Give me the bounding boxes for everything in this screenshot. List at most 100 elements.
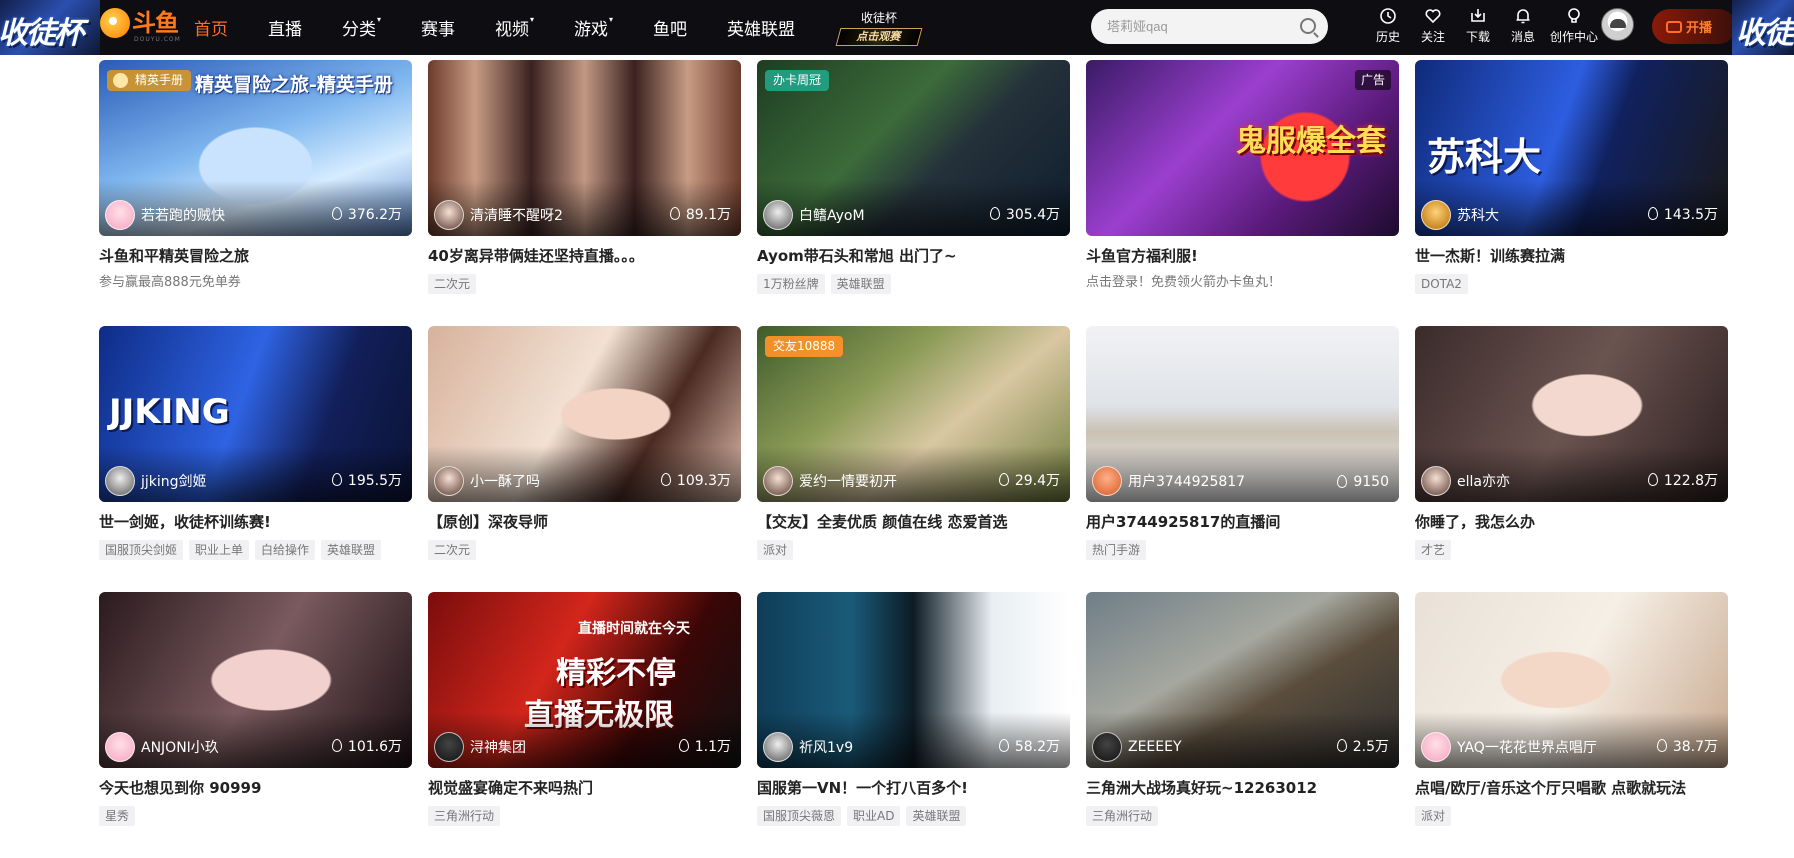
ad-thumbnail[interactable]: 鬼服爆全套 广告 [1086, 60, 1399, 236]
stream-card[interactable]: 办卡周冠 白鳍AyoM 305.4万 Ayom带石头和常旭 出门了~ 1万粉丝牌… [757, 60, 1070, 326]
stream-card[interactable]: 直播时间就在今天 精彩不停 直播无极限 浔神集团 1.1万 视觉盛宴确定不来吗热… [428, 592, 741, 858]
stream-title[interactable]: 用户3744925817的直播间 [1086, 513, 1399, 532]
douyu-logo[interactable]: 斗鱼 DOUYU.COM [100, 8, 180, 43]
stream-card[interactable]: JJKING jjking剑姬 195.5万 世一剑姬，收徒杯训练赛! 国服顶尖… [99, 326, 412, 592]
download-button[interactable]: 下载 [1456, 7, 1500, 45]
streamer-info[interactable]: 浔神集团 [434, 732, 526, 762]
category-tag[interactable]: 二次元 [428, 540, 477, 560]
stream-title[interactable]: 【交友】全麦优质 颜值在线 恋爱首选 [757, 513, 1070, 532]
search-icon[interactable] [1300, 18, 1316, 34]
stream-thumbnail[interactable]: ZEEEEY 2.5万 [1086, 592, 1399, 768]
stream-thumbnail[interactable]: JJKING jjking剑姬 195.5万 [99, 326, 412, 502]
stream-title[interactable]: 点唱/欧厅/音乐这个厅只唱歌 点歌就玩法 [1415, 779, 1728, 798]
user-avatar[interactable] [1601, 8, 1634, 41]
category-tag[interactable]: 派对 [1415, 806, 1452, 826]
stream-card[interactable]: ANJONI小玖 101.6万 今天也想见到你 90999 星秀 [99, 592, 412, 858]
stream-title[interactable]: Ayom带石头和常旭 出门了~ [757, 247, 1070, 266]
stream-thumbnail[interactable]: 祈风1v9 58.2万 [757, 592, 1070, 768]
streamer-info[interactable]: 小一酥了吗 [434, 466, 540, 496]
category-tag[interactable]: 国服顶尖剑姬 [99, 540, 184, 560]
event-banner-right[interactable]: 收徒杯 [1732, 0, 1794, 55]
stream-thumbnail[interactable]: YAQ一花花世界点唱厅 38.7万 [1415, 592, 1728, 768]
category-tag[interactable]: 星秀 [99, 806, 136, 826]
stream-title[interactable]: 斗鱼和平精英冒险之旅 [99, 247, 412, 266]
category-tag[interactable]: 三角洲行动 [1086, 806, 1159, 826]
streamer-info[interactable]: ANJONI小玖 [105, 732, 219, 762]
stream-card[interactable]: 苏科大 苏科大 143.5万 世一杰斯！训练赛拉满 DOTA2 [1415, 60, 1728, 326]
nav-games[interactable]: 游戏▾ [574, 15, 613, 40]
stream-thumbnail[interactable]: ella亦亦 122.8万 [1415, 326, 1728, 502]
streamer-info[interactable]: 若若跑的贼快 [105, 200, 225, 230]
stream-title[interactable]: 三角洲大战场真好玩~1226301​2 [1086, 779, 1399, 798]
stream-title[interactable]: 世一杰斯！训练赛拉满 [1415, 247, 1728, 266]
stream-card[interactable]: 小一酥了吗 109.3万 【原创】深夜导师 二次元 [428, 326, 741, 592]
nav-video[interactable]: 视频▾ [495, 15, 534, 40]
nav-events[interactable]: 赛事 [421, 15, 455, 40]
history-button[interactable]: 历史 [1366, 7, 1410, 45]
streamer-info[interactable]: jjking剑姬 [105, 466, 207, 496]
streamer-info[interactable]: 爱约一情要初开 [763, 466, 897, 496]
stream-thumbnail[interactable]: 交友10888 爱约一情要初开 29.4万 [757, 326, 1070, 502]
category-tag[interactable]: 热门手游 [1086, 540, 1147, 560]
streamer-info[interactable]: 祈风1v9 [763, 732, 853, 762]
category-tag[interactable]: 职业上单 [189, 540, 250, 560]
stream-thumbnail[interactable]: 精英冒险之旅-精英手册 精英手册 若若跑的贼快 376.2万 [99, 60, 412, 236]
stream-card[interactable]: YAQ一花花世界点唱厅 38.7万 点唱/欧厅/音乐这个厅只唱歌 点歌就玩法 派… [1415, 592, 1728, 858]
stream-title[interactable]: 你睡了，我怎么办 [1415, 513, 1728, 532]
promo-watch-button[interactable]: 点击观赛 [835, 28, 923, 46]
stream-thumbnail[interactable]: 办卡周冠 白鳍AyoM 305.4万 [757, 60, 1070, 236]
nav-live[interactable]: 直播 [268, 15, 302, 40]
streamer-info[interactable]: 清清睡不醒呀2 [434, 200, 563, 230]
streamer-info[interactable]: 白鳍AyoM [763, 200, 865, 230]
stream-card[interactable]: ella亦亦 122.8万 你睡了，我怎么办 才艺 [1415, 326, 1728, 592]
streamer-info[interactable]: 用户3744925817 [1092, 466, 1245, 496]
stream-thumbnail[interactable]: ANJONI小玖 101.6万 [99, 592, 412, 768]
messages-button[interactable]: 消息 [1501, 7, 1545, 45]
category-tag[interactable]: 国服顶尖薇恩 [757, 806, 842, 826]
stream-card[interactable]: 用户3744925817 9150 用户3744925817的直播间 热门手游 [1086, 326, 1399, 592]
streamer-info[interactable]: ZEEEEY [1092, 732, 1182, 762]
stream-title[interactable]: 世一剑姬，收徒杯训练赛! [99, 513, 412, 532]
stream-card[interactable]: 祈风1v9 58.2万 国服第一VN！一个打八百多个! 国服顶尖薇恩 职业AD … [757, 592, 1070, 858]
stream-title[interactable]: 今天也想见到你 90999 [99, 779, 412, 798]
category-tag[interactable]: 派对 [757, 540, 794, 560]
category-tag[interactable]: 二次元 [428, 274, 477, 294]
event-promo[interactable]: 收徒杯 点击观赛 [835, 11, 923, 46]
ad-card[interactable]: 鬼服爆全套 广告 斗鱼官方福利服! 点击登录！免费领火箭办卡鱼丸！ [1086, 60, 1399, 326]
event-banner-left[interactable]: 收徒杯 [0, 0, 100, 55]
streamer-info[interactable]: 苏科大 [1421, 200, 1499, 230]
stream-title[interactable]: 视觉盛宴确定不来吗热门 [428, 779, 741, 798]
stream-card[interactable]: 清清睡不醒呀2 89.1万 40岁离异带俩娃还坚持直播。。。 二次元 [428, 60, 741, 326]
streamer-info[interactable]: YAQ一花花世界点唱厅 [1421, 732, 1597, 762]
stream-title[interactable]: 【原创】深夜导师 [428, 513, 741, 532]
nav-category[interactable]: 分类▾ [342, 15, 381, 40]
stream-thumbnail[interactable]: 小一酥了吗 109.3万 [428, 326, 741, 502]
stream-thumbnail[interactable]: 用户3744925817 9150 [1086, 326, 1399, 502]
follow-button[interactable]: 关注 [1411, 7, 1455, 45]
category-tag[interactable]: 英雄联盟 [830, 274, 891, 294]
streamer-info[interactable]: ella亦亦 [1421, 466, 1510, 496]
category-tag[interactable]: 才艺 [1415, 540, 1452, 560]
go-live-button[interactable]: 开播 [1652, 9, 1736, 44]
creator-center-button[interactable]: 创作中心 [1546, 7, 1602, 45]
stream-thumbnail[interactable]: 直播时间就在今天 精彩不停 直播无极限 浔神集团 1.1万 [428, 592, 741, 768]
stream-thumbnail[interactable]: 苏科大 苏科大 143.5万 [1415, 60, 1728, 236]
stream-card[interactable]: 交友10888 爱约一情要初开 29.4万 【交友】全麦优质 颜值在线 恋爱首选… [757, 326, 1070, 592]
category-tag[interactable]: DOTA2 [1415, 274, 1468, 294]
category-tag[interactable]: 职业AD [847, 806, 901, 826]
nav-home[interactable]: 首页 [194, 15, 228, 40]
category-tag[interactable]: 白给操作 [255, 540, 316, 560]
category-tag[interactable]: 英雄联盟 [906, 806, 967, 826]
nav-fishbar[interactable]: 鱼吧 [653, 15, 687, 40]
stream-title[interactable]: 40岁离异带俩娃还坚持直播。。。 [428, 247, 741, 266]
nav-lol[interactable]: 英雄联盟 [727, 15, 795, 40]
fan-badge-tag[interactable]: 1万粉丝牌 [757, 274, 825, 294]
search-input[interactable] [1107, 9, 1287, 44]
stream-card[interactable]: ZEEEEY 2.5万 三角洲大战场真好玩~1226301​2 三角洲行动 [1086, 592, 1399, 858]
category-tag[interactable]: 三角洲行动 [428, 806, 501, 826]
ad-title[interactable]: 斗鱼官方福利服! [1086, 247, 1399, 266]
stream-thumbnail[interactable]: 清清睡不醒呀2 89.1万 [428, 60, 741, 236]
stream-card[interactable]: 精英冒险之旅-精英手册 精英手册 若若跑的贼快 376.2万 斗鱼和平精英冒险之… [99, 60, 412, 326]
category-tag[interactable]: 英雄联盟 [321, 540, 382, 560]
stream-title[interactable]: 国服第一VN！一个打八百多个! [757, 779, 1070, 798]
